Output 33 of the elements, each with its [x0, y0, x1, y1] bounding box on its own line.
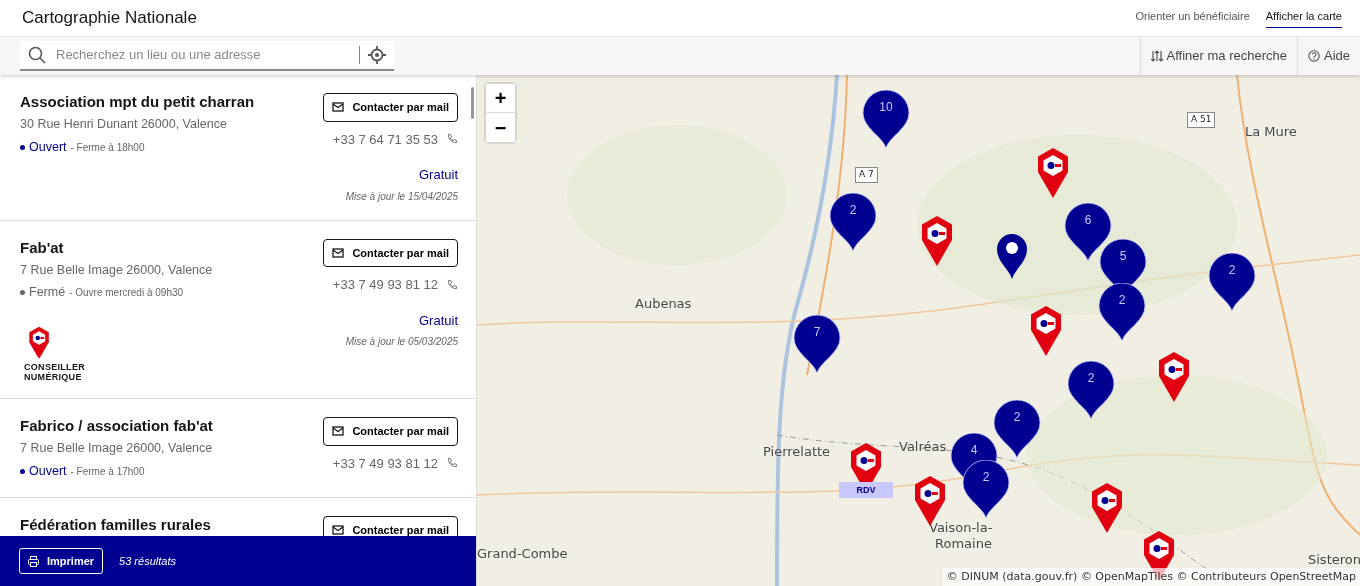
site-title: Cartographie Nationale: [22, 7, 197, 30]
update-date: Mise à jour le 15/04/2025: [345, 189, 458, 204]
opening-hours: - Ferme à 18h00: [70, 140, 145, 155]
place-address: 7 Rue Belle Image 26000, Valence: [20, 440, 213, 457]
results-count: 53 résultats: [119, 553, 176, 569]
road-label: A 51: [1187, 112, 1216, 128]
place-address: 30 Rue Henri Dunant 26000, Valence: [20, 116, 228, 133]
place-address: 7 Rue Belle Image 26000, Valence: [20, 261, 213, 279]
place-label: Valréas: [899, 440, 947, 455]
place-name: Fab'at: [20, 238, 65, 257]
place-label: Vaison-la-: [929, 521, 993, 536]
road-label: A 7: [855, 167, 878, 183]
place-label: Aubenas: [635, 297, 692, 312]
place-label: Pierrelatte: [763, 445, 831, 460]
place-label: La Mure: [1245, 125, 1297, 140]
phone-number: +33 7 64 71 35 53: [332, 130, 438, 149]
place-label: Romaine: [935, 537, 992, 552]
place-name: Fabrico / association fab'at: [20, 417, 213, 435]
opening-status: Ouvert: [29, 462, 67, 480]
opening-hours: - Ouvre mercredi à 09h30: [69, 286, 184, 301]
opening-status: Fermé: [29, 284, 66, 302]
phone-number: +33 7 49 93 81 12: [332, 454, 438, 473]
place-label: Grand-Combe: [477, 547, 568, 562]
price-label: Gratuit: [419, 311, 458, 330]
opening-hours: - Ferme à 17h00: [70, 464, 145, 479]
opening-status: Ouvert: [29, 138, 67, 156]
price-label: Gratuit: [419, 166, 458, 184]
place-name: Association mpt du petit charran: [20, 93, 255, 111]
place-name: Fédération familles rurales: [20, 515, 211, 534]
phone-number: +33 7 49 93 81 12: [332, 276, 438, 294]
advisor-label: CONSEILLER NUMÉRIQUE: [24, 362, 85, 382]
update-date: Mise à jour le 05/03/2025: [345, 335, 458, 349]
place-label: Sisteron: [1308, 553, 1360, 568]
